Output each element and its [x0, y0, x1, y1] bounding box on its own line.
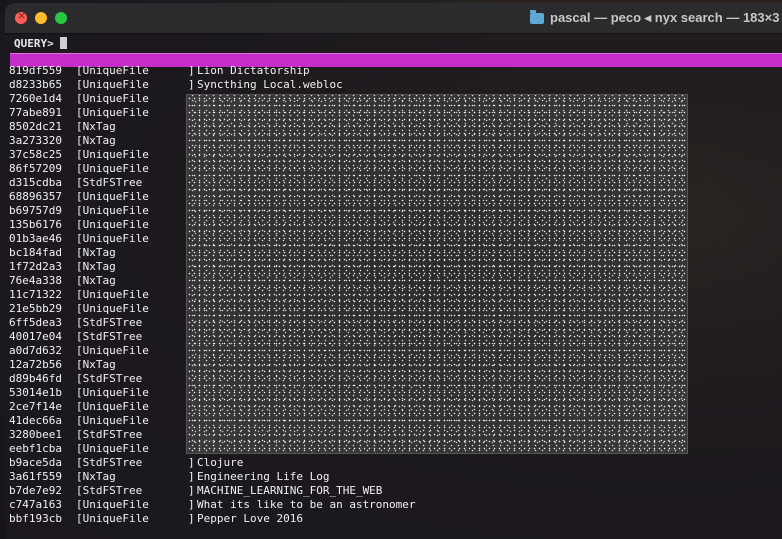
item-id: 3a273320 — [9, 134, 62, 147]
item-id: bc184fad — [9, 246, 62, 259]
item-id: 01b3ae46 — [9, 232, 62, 245]
item-type: [StdFSTree — [76, 484, 143, 497]
item-id: 21e5bb29 — [9, 302, 62, 315]
item-type: [StdFSTree — [76, 372, 143, 385]
item-name: Pepper Love 2016 — [197, 512, 303, 525]
item-name: Syncthing Local.webloc — [197, 78, 343, 91]
list-item[interactable]: b9ace5da [StdFSTree] Clojure — [9, 456, 416, 470]
item-id: 8502dc21 — [9, 120, 62, 133]
item-type: [UniqueFile — [76, 386, 149, 399]
item-name: Engineering Life Log — [197, 470, 330, 483]
item-type: [UniqueFile — [76, 512, 149, 525]
item-type: [UniqueFile — [76, 218, 149, 231]
query-label: QUERY> — [14, 37, 54, 50]
minimize-button[interactable] — [35, 12, 47, 24]
item-type: [UniqueFile — [76, 162, 149, 175]
item-bracket: ] — [188, 78, 195, 91]
item-id: 68896357 — [9, 190, 62, 203]
item-type: [NxTag — [76, 470, 116, 483]
list-item[interactable]: b7de7e92 [StdFSTree] MACHINE_LEARNING_FOR_… — [9, 484, 416, 498]
item-id: 77abe891 — [9, 106, 62, 119]
item-bracket: ] — [188, 484, 195, 497]
item-id: b7de7e92 — [9, 484, 62, 497]
item-id: 819df559 — [9, 64, 62, 77]
item-id: bbf193cb — [9, 512, 62, 525]
item-type: [UniqueFile — [76, 78, 149, 91]
item-name: Clojure — [197, 456, 244, 469]
item-id: 86f57209 — [9, 162, 62, 175]
item-id: 1f72d2a3 — [9, 260, 62, 273]
list-item[interactable]: bbf193cb [UniqueFile] Pepper Love 2016 — [9, 512, 416, 526]
item-type: [NxTag — [76, 134, 116, 147]
title-bar: pascal — peco ◂ nyx search — 183×3 — [5, 3, 782, 34]
item-bracket: ] — [188, 512, 195, 525]
zoom-button[interactable] — [55, 12, 67, 24]
list-item[interactable]: 3a61f559 [NxTag] Engineering Life Log — [9, 470, 416, 484]
item-id: d89b46fd — [9, 372, 62, 385]
item-type: [NxTag — [76, 260, 116, 273]
item-type: [StdFSTree — [76, 316, 143, 329]
item-id: d315cdba — [9, 176, 62, 189]
item-bracket: ] — [188, 498, 195, 511]
noise-overlay-image — [186, 94, 688, 454]
item-id: d8233b65 — [9, 78, 62, 91]
item-type: [StdFSTree — [76, 330, 143, 343]
item-id: 3280bee1 — [9, 428, 62, 441]
item-type: [UniqueFile — [76, 232, 149, 245]
item-type: [UniqueFile — [76, 204, 149, 217]
text-cursor — [59, 37, 67, 49]
item-type: [UniqueFile — [76, 92, 149, 105]
list-item[interactable]: d8233b65 [UniqueFile] Syncthing Local.webl… — [9, 78, 416, 92]
item-type: [UniqueFile — [76, 414, 149, 427]
item-type: [UniqueFile — [76, 400, 149, 413]
item-id: 7260e1d4 — [9, 92, 62, 105]
item-id: 76e4a338 — [9, 274, 62, 287]
item-type: [NxTag — [76, 358, 116, 371]
list-item[interactable]: 819df559 [UniqueFile] Lion Dictatorship — [9, 64, 416, 78]
item-bracket: ] — [188, 64, 195, 77]
item-type: [UniqueFile — [76, 344, 149, 357]
item-type: [NxTag — [76, 274, 116, 287]
item-id: c747a163 — [9, 498, 62, 511]
item-id: b69757d9 — [9, 204, 62, 217]
item-type: [NxTag — [76, 246, 116, 259]
item-type: [UniqueFile — [76, 288, 149, 301]
item-bracket: ] — [188, 456, 195, 469]
item-id: b9ace5da — [9, 456, 62, 469]
item-id: 11c71322 — [9, 288, 62, 301]
item-type: [UniqueFile — [76, 498, 149, 511]
item-type: [NxTag — [76, 120, 116, 133]
item-id: eebf1cba — [9, 442, 62, 455]
item-type: [StdFSTree — [76, 176, 143, 189]
item-id: 37c58c25 — [9, 148, 62, 161]
item-type: [StdFSTree — [76, 428, 143, 441]
item-id: 3a61f559 — [9, 470, 62, 483]
item-type: [UniqueFile — [76, 190, 149, 203]
item-id: 12a72b56 — [9, 358, 62, 371]
item-type: [StdFSTree — [76, 456, 143, 469]
window-title: pascal — peco ◂ nyx search — 183×3 — [550, 10, 780, 25]
close-button[interactable] — [15, 9, 27, 24]
item-id: a0d7d632 — [9, 344, 62, 357]
item-id: 6ff5dea3 — [9, 316, 62, 329]
item-type: [UniqueFile — [76, 442, 149, 455]
item-type: [UniqueFile — [76, 302, 149, 315]
item-type: [UniqueFile — [76, 64, 149, 77]
item-name: What its like to be an astronomer — [197, 498, 416, 511]
item-id: 40017e04 — [9, 330, 62, 343]
item-id: 53014e1b — [9, 386, 62, 399]
item-id: 135b6176 — [9, 218, 62, 231]
list-item[interactable]: c747a163 [UniqueFile] What its like to be … — [9, 498, 416, 512]
item-id: 41dec66a — [9, 414, 62, 427]
query-prompt[interactable]: QUERY> — [14, 37, 67, 51]
item-name: MACHINE_LEARNING_FOR_THE_WEB — [197, 484, 383, 497]
item-name: Lion Dictatorship — [197, 64, 310, 77]
item-type: [UniqueFile — [76, 148, 149, 161]
item-bracket: ] — [188, 470, 195, 483]
folder-icon — [530, 10, 544, 24]
item-id: 2ce7f14e — [9, 400, 62, 413]
item-type: [UniqueFile — [76, 106, 149, 119]
